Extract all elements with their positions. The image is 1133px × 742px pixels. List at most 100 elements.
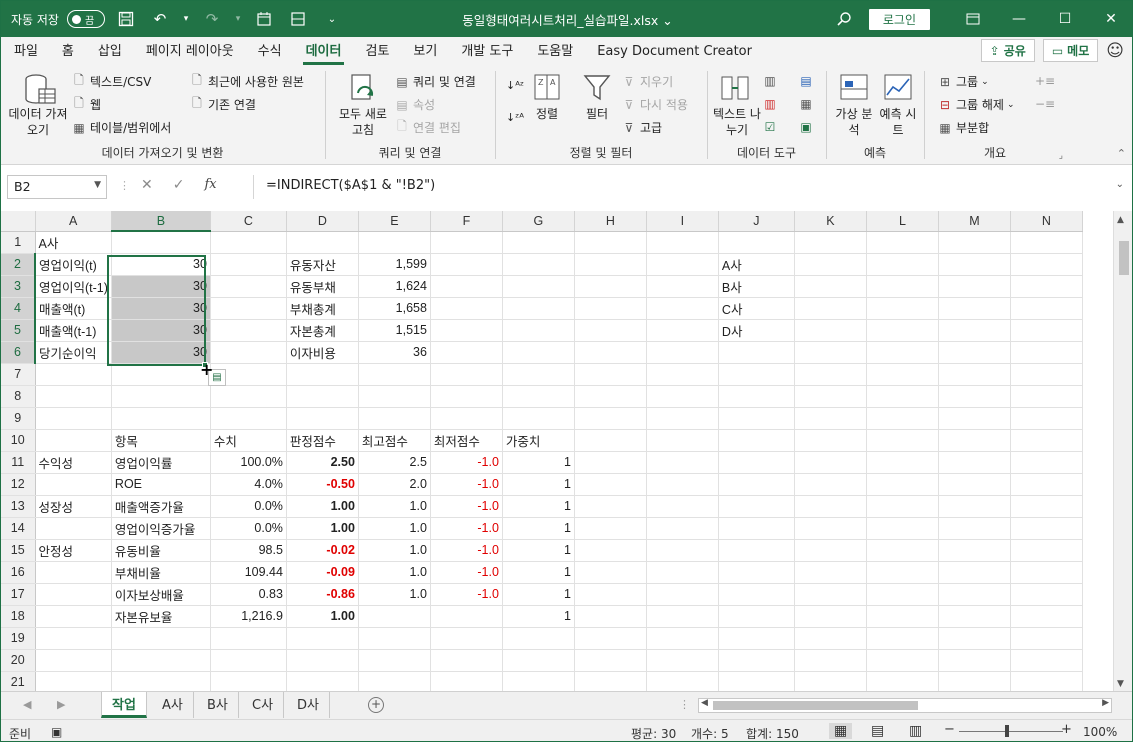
cell-c12[interactable]: 4.0% <box>210 473 287 496</box>
tab-data[interactable]: 데이터 <box>293 40 353 65</box>
cell-g15[interactable]: 1 <box>502 539 575 562</box>
sheet-tab-work[interactable]: 작업 <box>101 692 147 718</box>
zoom-slider-thumb[interactable] <box>1005 725 1009 737</box>
cell-f14[interactable]: -1.0 <box>430 517 503 540</box>
cell-g11[interactable]: 1 <box>502 451 575 474</box>
cell-d21[interactable] <box>286 671 359 691</box>
advanced-filter-button[interactable]: ⊽ 고급 <box>621 119 663 136</box>
cell-f10[interactable]: 최저점수 <box>430 429 503 452</box>
cell-e14[interactable]: 1.0 <box>358 517 431 540</box>
cell-h9[interactable] <box>574 407 647 430</box>
row-header-5[interactable]: 5 <box>1 319 36 342</box>
cell-d13[interactable]: 1.00 <box>286 495 359 518</box>
cell-n19[interactable] <box>1010 627 1083 650</box>
cell-a16[interactable] <box>35 561 112 584</box>
cell-f3[interactable] <box>430 275 503 298</box>
cell-f2[interactable] <box>430 253 503 276</box>
row-header-4[interactable]: 4 <box>1 297 36 320</box>
cell-g20[interactable] <box>502 649 575 672</box>
cell-e5[interactable]: 1,515 <box>358 319 431 342</box>
cell-n4[interactable] <box>1010 297 1083 320</box>
row-header-15[interactable]: 15 <box>1 539 36 562</box>
reapply-button[interactable]: ⊽ 다시 적용 <box>621 96 688 113</box>
cell-h10[interactable] <box>574 429 647 452</box>
select-all-corner[interactable] <box>1 211 36 232</box>
cell-e12[interactable]: 2.0 <box>358 473 431 496</box>
zoom-slider-track[interactable] <box>959 731 1063 732</box>
cell-n2[interactable] <box>1010 253 1083 276</box>
cell-a19[interactable] <box>35 627 112 650</box>
cell-i17[interactable] <box>646 583 719 606</box>
scroll-left-icon[interactable]: ◀ <box>701 698 708 708</box>
cell-k15[interactable] <box>794 539 867 562</box>
cell-d15[interactable]: -0.02 <box>286 539 359 562</box>
cell-a13[interactable]: 성장성 <box>35 495 112 518</box>
cell-j3[interactable]: B사 <box>718 275 795 298</box>
cell-d12[interactable]: -0.50 <box>286 473 359 496</box>
cell-d3[interactable]: 유동부채 <box>286 275 359 298</box>
column-header-d[interactable]: D <box>286 211 359 232</box>
row-header-11[interactable]: 11 <box>1 451 36 474</box>
cell-j9[interactable] <box>718 407 795 430</box>
column-header-f[interactable]: F <box>430 211 503 232</box>
cell-l9[interactable] <box>866 407 939 430</box>
cell-f4[interactable] <box>430 297 503 320</box>
cell-l14[interactable] <box>866 517 939 540</box>
cell-a17[interactable] <box>35 583 112 606</box>
cell-d17[interactable]: -0.86 <box>286 583 359 606</box>
cell-l3[interactable] <box>866 275 939 298</box>
vertical-scroll-thumb[interactable] <box>1119 241 1129 275</box>
tab-developer[interactable]: 개발 도구 <box>448 40 524 65</box>
cell-e15[interactable]: 1.0 <box>358 539 431 562</box>
cell-h16[interactable] <box>574 561 647 584</box>
formula-input[interactable]: =INDIRECT($A$1 & "!B2") ⌄ <box>253 175 1128 199</box>
cell-c9[interactable] <box>210 407 287 430</box>
tab-page-layout[interactable]: 페이지 레이아웃 <box>133 40 245 65</box>
cell-j16[interactable] <box>718 561 795 584</box>
cell-k19[interactable] <box>794 627 867 650</box>
cell-i3[interactable] <box>646 275 719 298</box>
cell-c19[interactable] <box>210 627 287 650</box>
cell-j18[interactable] <box>718 605 795 628</box>
cell-d19[interactable] <box>286 627 359 650</box>
hide-detail-icon[interactable]: −≡ <box>1035 96 1055 112</box>
form-icon[interactable] <box>285 7 311 31</box>
cell-i8[interactable] <box>646 385 719 408</box>
cell-a12[interactable] <box>35 473 112 496</box>
cell-l18[interactable] <box>866 605 939 628</box>
cell-i15[interactable] <box>646 539 719 562</box>
cell-e2[interactable]: 1,599 <box>358 253 431 276</box>
cell-b4[interactable]: 30 <box>111 297 211 320</box>
vertical-scrollbar[interactable]: ▲ ▼ <box>1113 211 1132 691</box>
ungroup-button[interactable]: ⊟ 그룹 해제 ⌄ <box>937 96 1015 113</box>
cell-c18[interactable]: 1,216.9 <box>210 605 287 628</box>
cell-k5[interactable] <box>794 319 867 342</box>
cell-d11[interactable]: 2.50 <box>286 451 359 474</box>
cell-d7[interactable] <box>286 363 359 386</box>
cell-f6[interactable] <box>430 341 503 364</box>
column-header-b[interactable]: B <box>111 211 211 232</box>
cell-g21[interactable] <box>502 671 575 691</box>
cell-g18[interactable]: 1 <box>502 605 575 628</box>
cell-e9[interactable] <box>358 407 431 430</box>
cell-f17[interactable]: -1.0 <box>430 583 503 606</box>
cell-n7[interactable] <box>1010 363 1083 386</box>
share-button[interactable]: ⇪ 공유 <box>980 39 1035 62</box>
cell-j14[interactable] <box>718 517 795 540</box>
cell-e13[interactable]: 1.0 <box>358 495 431 518</box>
horizontal-scroll-thumb[interactable] <box>713 701 918 710</box>
cell-g1[interactable] <box>502 231 575 254</box>
cell-m16[interactable] <box>938 561 1011 584</box>
cell-c3[interactable] <box>210 275 287 298</box>
cell-l5[interactable] <box>866 319 939 342</box>
cell-b9[interactable] <box>111 407 211 430</box>
cell-j6[interactable] <box>718 341 795 364</box>
cell-b19[interactable] <box>111 627 211 650</box>
enter-icon[interactable]: ✓ <box>173 177 185 193</box>
column-header-c[interactable]: C <box>210 211 287 232</box>
cell-e16[interactable]: 1.0 <box>358 561 431 584</box>
cell-d10[interactable]: 판정점수 <box>286 429 359 452</box>
next-sheet-icon[interactable]: ▶ <box>57 698 65 711</box>
tab-formulas[interactable]: 수식 <box>245 40 293 65</box>
redo-icon[interactable]: ↷ <box>199 7 225 31</box>
